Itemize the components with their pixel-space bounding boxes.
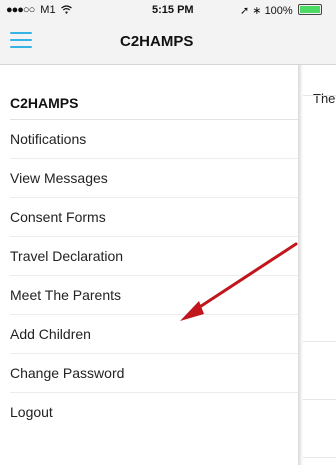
carrier-info: ●●●○○ M1 xyxy=(6,4,72,16)
background-row-divider xyxy=(303,457,336,458)
battery-fill xyxy=(299,6,320,13)
hamburger-icon[interactable] xyxy=(10,32,32,50)
menu-item-logout[interactable]: Logout xyxy=(0,393,298,432)
drawer-menu: Notifications View Messages Consent Form… xyxy=(0,120,298,432)
bluetooth-icon: ∗ xyxy=(252,5,262,17)
status-bar: ●●●○○ M1 5:15 PM ➚ ∗ 100% xyxy=(0,0,336,20)
battery-icon xyxy=(297,4,322,15)
menu-item-add-children[interactable]: Add Children xyxy=(0,315,298,354)
side-drawer: C2HAMPS Notifications View Messages Cons… xyxy=(0,65,298,465)
location-icon: ➚ xyxy=(240,5,250,17)
background-page: The xyxy=(303,65,336,465)
nav-title: C2HAMPS xyxy=(120,33,194,50)
menu-item-view-messages[interactable]: View Messages xyxy=(0,159,298,198)
background-row-divider xyxy=(303,95,336,96)
navigation-bar: C2HAMPS xyxy=(0,20,336,65)
menu-item-change-password[interactable]: Change Password xyxy=(0,354,298,393)
carrier-name: M1 xyxy=(40,4,56,16)
wifi-icon xyxy=(59,4,72,16)
menu-item-travel-declaration[interactable]: Travel Declaration xyxy=(0,237,298,276)
background-partial-text: The xyxy=(313,91,336,106)
battery-percent: 100% xyxy=(264,5,293,17)
menu-item-consent-forms[interactable]: Consent Forms xyxy=(0,198,298,237)
status-time: 5:15 PM xyxy=(152,4,194,16)
menu-item-notifications[interactable]: Notifications xyxy=(0,120,298,159)
status-right: ➚ ∗ 100% xyxy=(240,4,322,17)
menu-item-meet-the-parents[interactable]: Meet The Parents xyxy=(0,276,298,315)
background-row-divider xyxy=(303,341,336,342)
signal-strength-icon: ●●●○○ xyxy=(6,4,35,16)
background-row-divider xyxy=(303,399,336,400)
drawer-header: C2HAMPS xyxy=(10,95,79,111)
